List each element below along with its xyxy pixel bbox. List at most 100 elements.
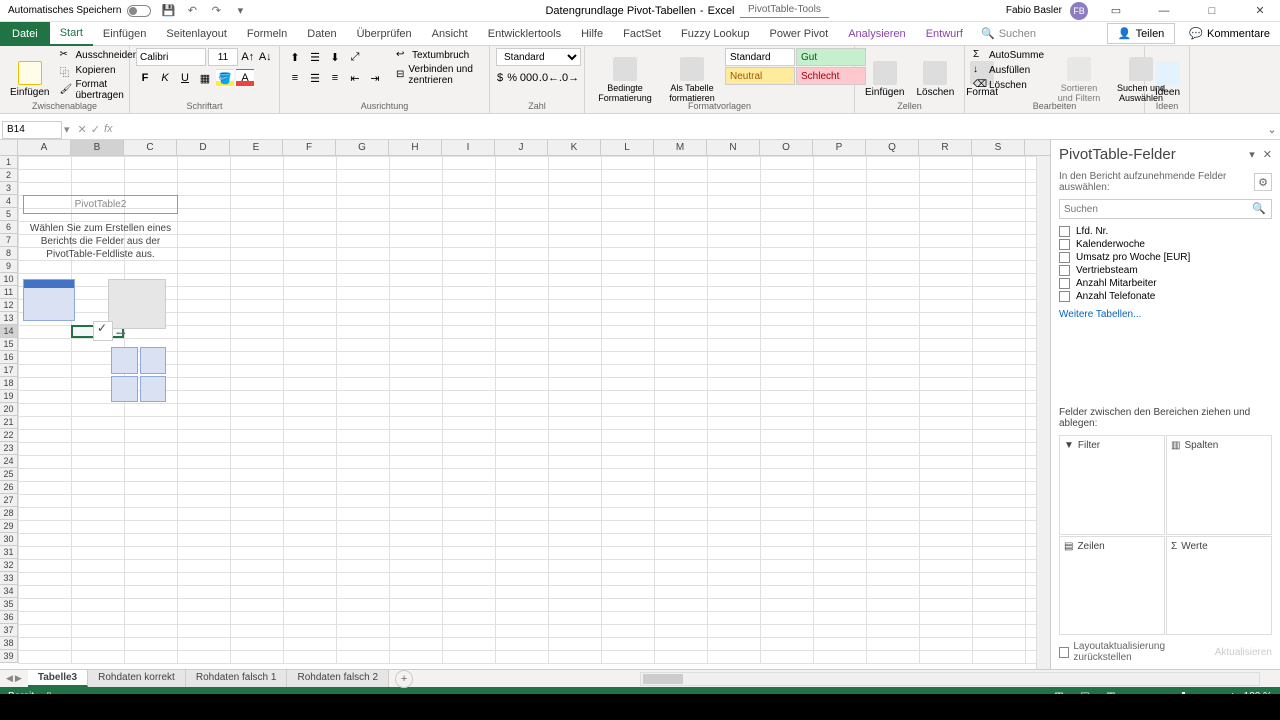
update-button[interactable]: Aktualisieren bbox=[1215, 647, 1272, 658]
row-header-5[interactable]: 5 bbox=[0, 208, 18, 221]
field-item[interactable]: Kalenderwoche bbox=[1059, 238, 1272, 251]
row-header-35[interactable]: 35 bbox=[0, 598, 18, 611]
align-top-icon[interactable]: ⬆ bbox=[286, 48, 304, 66]
fill-color-button[interactable]: 🪣 bbox=[216, 69, 234, 87]
row-header-4[interactable]: 4 bbox=[0, 195, 18, 208]
tab-home[interactable]: Start bbox=[50, 22, 93, 46]
formula-input[interactable] bbox=[121, 121, 1264, 139]
fields-search-input[interactable] bbox=[1059, 199, 1272, 219]
col-header-K[interactable]: K bbox=[548, 140, 601, 155]
underline-button[interactable]: U bbox=[176, 69, 194, 87]
cancel-formula-icon[interactable]: ✕ bbox=[78, 123, 87, 136]
format-painter-button[interactable]: 🖌Format übertragen bbox=[57, 78, 140, 102]
col-header-O[interactable]: O bbox=[760, 140, 813, 155]
share-button[interactable]: 👤Teilen bbox=[1107, 23, 1175, 44]
align-center-icon[interactable]: ☰ bbox=[306, 69, 324, 87]
row-header-28[interactable]: 28 bbox=[0, 507, 18, 520]
comments-button[interactable]: 💬Kommentare bbox=[1179, 24, 1280, 43]
col-header-A[interactable]: A bbox=[18, 140, 71, 155]
col-header-L[interactable]: L bbox=[601, 140, 654, 155]
sheet-tab[interactable]: Tabelle3 bbox=[28, 670, 88, 687]
row-header-18[interactable]: 18 bbox=[0, 377, 18, 390]
col-header-M[interactable]: M bbox=[654, 140, 707, 155]
row-header-23[interactable]: 23 bbox=[0, 442, 18, 455]
undo-icon[interactable]: ↶ bbox=[185, 4, 199, 18]
row-header-2[interactable]: 2 bbox=[0, 169, 18, 182]
fill-button[interactable]: ↓Ausfüllen bbox=[971, 63, 1046, 77]
close-icon[interactable]: ✕ bbox=[1240, 0, 1280, 22]
accounting-format-icon[interactable]: $ bbox=[496, 69, 504, 87]
tab-analyze[interactable]: Analysieren bbox=[838, 22, 915, 46]
row-header-19[interactable]: 19 bbox=[0, 390, 18, 403]
tab-fuzzy[interactable]: Fuzzy Lookup bbox=[671, 22, 759, 46]
tab-formulas[interactable]: Formeln bbox=[237, 22, 297, 46]
tell-me-search[interactable]: 🔍 Suchen bbox=[973, 23, 1044, 44]
align-middle-icon[interactable]: ☰ bbox=[306, 48, 324, 66]
tab-help[interactable]: Hilfe bbox=[571, 22, 613, 46]
checkbox-icon[interactable] bbox=[1059, 226, 1070, 237]
row-header-8[interactable]: 8 bbox=[0, 247, 18, 260]
maximize-icon[interactable]: □ bbox=[1192, 0, 1232, 22]
row-header-13[interactable]: 13 bbox=[0, 312, 18, 325]
row-header-37[interactable]: 37 bbox=[0, 624, 18, 637]
pane-dropdown-icon[interactable]: ▾ bbox=[1249, 148, 1255, 161]
checkbox-icon[interactable] bbox=[1059, 278, 1070, 289]
tab-file[interactable]: Datei bbox=[0, 22, 50, 46]
sheet-tab[interactable]: Rohdaten falsch 1 bbox=[186, 670, 288, 687]
tab-insert[interactable]: Einfügen bbox=[93, 22, 156, 46]
sheet-nav-prev-icon[interactable]: ◀ bbox=[6, 673, 13, 684]
pivottable-placeholder[interactable]: PivotTable2 Wählen Sie zum Erstellen ein… bbox=[23, 195, 178, 409]
row-header-26[interactable]: 26 bbox=[0, 481, 18, 494]
align-left-icon[interactable]: ≡ bbox=[286, 69, 304, 87]
drop-zone-rows[interactable]: ▤Zeilen bbox=[1059, 536, 1165, 636]
col-header-G[interactable]: G bbox=[336, 140, 389, 155]
checkbox-icon[interactable] bbox=[1059, 239, 1070, 250]
row-header-14[interactable]: 14 bbox=[0, 325, 18, 338]
col-header-S[interactable]: S bbox=[972, 140, 1025, 155]
row-header-15[interactable]: 15 bbox=[0, 338, 18, 351]
increase-decimal-icon[interactable]: .0← bbox=[540, 69, 558, 87]
minimize-icon[interactable]: ― bbox=[1144, 0, 1184, 22]
avatar[interactable]: FB bbox=[1070, 2, 1088, 20]
col-header-Q[interactable]: Q bbox=[866, 140, 919, 155]
style-neutral[interactable]: Neutral bbox=[725, 67, 795, 85]
row-header-22[interactable]: 22 bbox=[0, 429, 18, 442]
row-header-30[interactable]: 30 bbox=[0, 533, 18, 546]
checkbox-icon[interactable] bbox=[1059, 252, 1070, 263]
tab-factset[interactable]: FactSet bbox=[613, 22, 671, 46]
col-header-C[interactable]: C bbox=[124, 140, 177, 155]
tab-powerpivot[interactable]: Power Pivot bbox=[760, 22, 839, 46]
decrease-indent-icon[interactable]: ⇤ bbox=[346, 69, 364, 87]
save-icon[interactable]: 💾 bbox=[161, 4, 175, 18]
sheet-tab[interactable]: Rohdaten korrekt bbox=[88, 670, 186, 687]
align-bottom-icon[interactable]: ⬇ bbox=[326, 48, 344, 66]
ribbon-display-icon[interactable]: ▭ bbox=[1096, 0, 1136, 22]
clear-button[interactable]: ⌫Löschen bbox=[971, 78, 1046, 92]
tab-data[interactable]: Daten bbox=[297, 22, 346, 46]
col-header-B[interactable]: B bbox=[71, 140, 124, 155]
font-name-select[interactable] bbox=[136, 48, 206, 66]
col-header-I[interactable]: I bbox=[442, 140, 495, 155]
field-item[interactable]: Anzahl Mitarbeiter bbox=[1059, 277, 1272, 290]
row-header-32[interactable]: 32 bbox=[0, 559, 18, 572]
autosave-toggle[interactable]: Automatisches Speichern bbox=[8, 5, 151, 17]
row-header-29[interactable]: 29 bbox=[0, 520, 18, 533]
drop-zone-columns[interactable]: ▥Spalten bbox=[1166, 435, 1272, 535]
field-item[interactable]: Lfd. Nr. bbox=[1059, 225, 1272, 238]
defer-layout-checkbox[interactable]: Layoutaktualisierung zurückstellen bbox=[1059, 641, 1215, 663]
expand-formula-bar-icon[interactable]: ⌄ bbox=[1264, 123, 1280, 136]
fx-icon[interactable]: fx bbox=[104, 123, 113, 136]
name-box[interactable] bbox=[2, 121, 62, 139]
italic-button[interactable]: K bbox=[156, 69, 174, 87]
field-item[interactable]: Anzahl Telefonate bbox=[1059, 290, 1272, 303]
row-header-39[interactable]: 39 bbox=[0, 650, 18, 663]
user-name[interactable]: Fabio Basler bbox=[1006, 5, 1062, 16]
pane-close-icon[interactable]: ✕ bbox=[1263, 148, 1272, 161]
row-header-16[interactable]: 16 bbox=[0, 351, 18, 364]
sheet-tab[interactable]: Rohdaten falsch 2 bbox=[287, 670, 389, 687]
row-header-27[interactable]: 27 bbox=[0, 494, 18, 507]
number-format-select[interactable]: Standard bbox=[496, 48, 581, 66]
row-header-20[interactable]: 20 bbox=[0, 403, 18, 416]
checkbox-icon[interactable] bbox=[1059, 265, 1070, 276]
comma-format-icon[interactable]: 000 bbox=[520, 69, 538, 87]
